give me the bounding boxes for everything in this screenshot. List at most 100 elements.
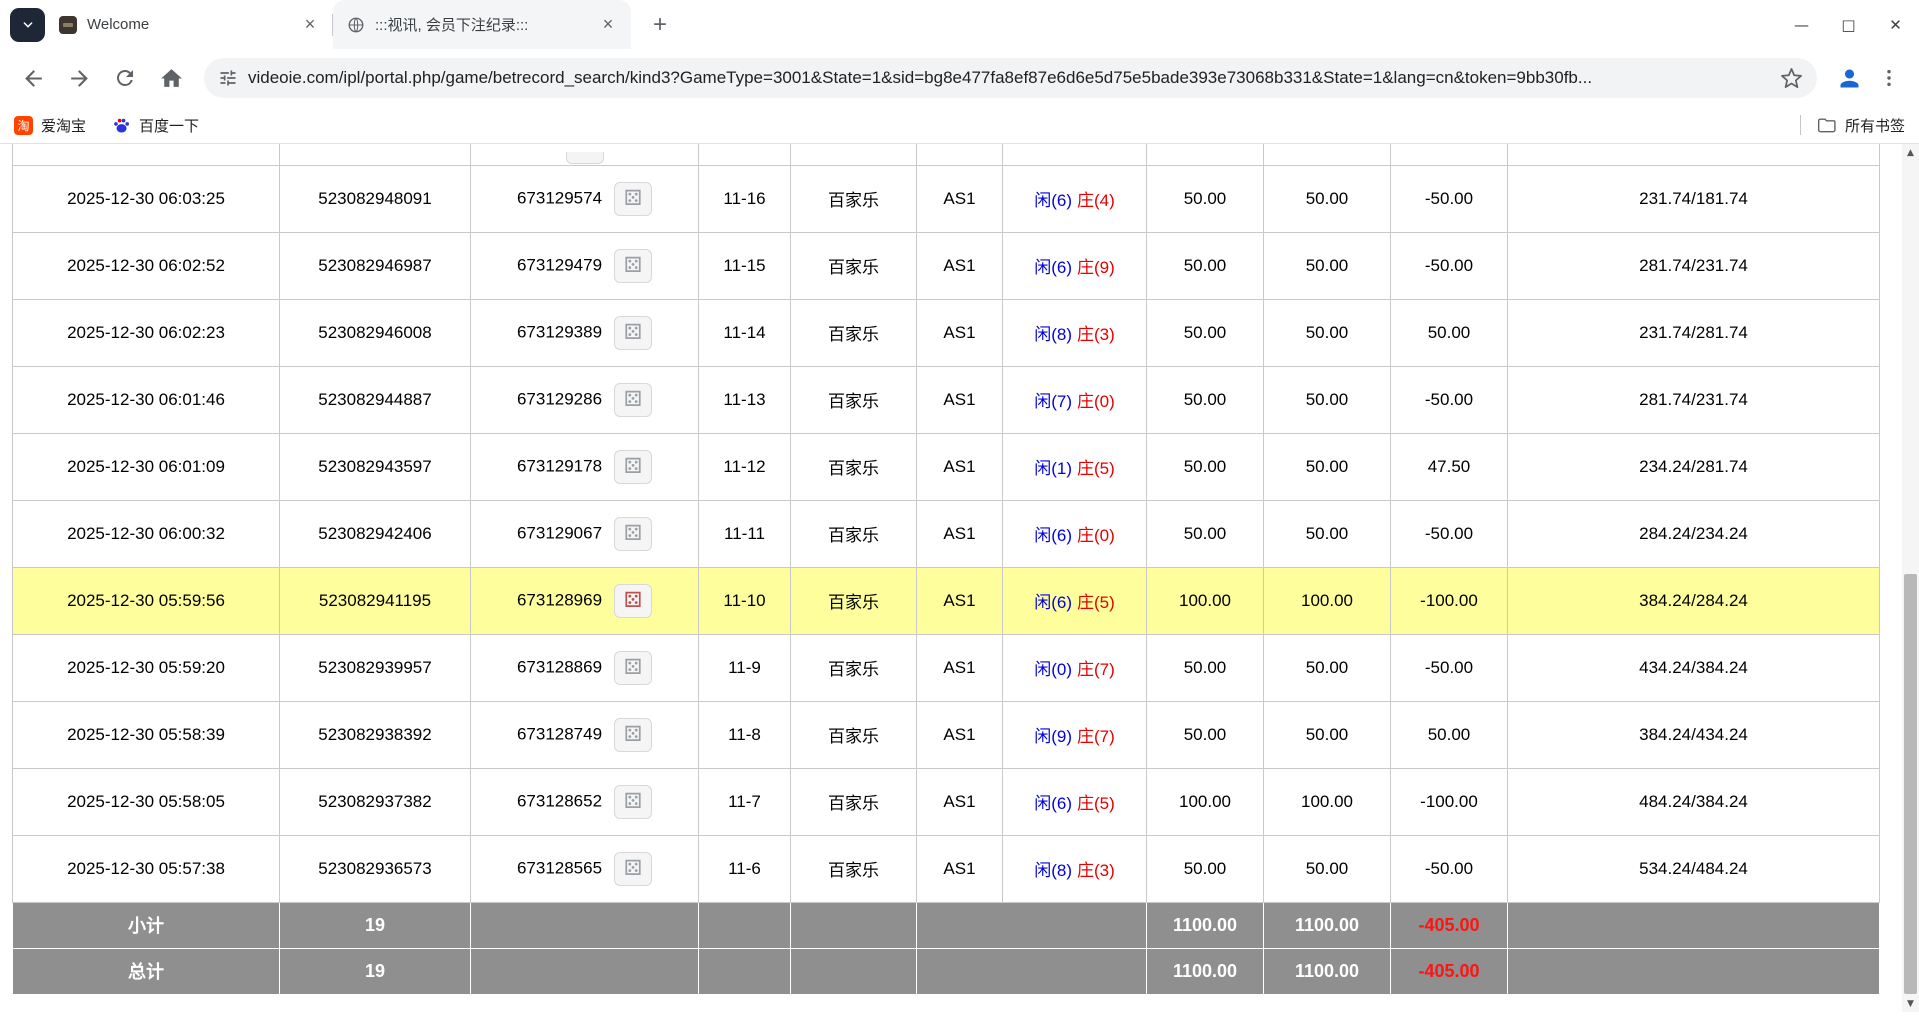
back-button[interactable] [12,57,54,99]
game-id-text: 673129178 [517,456,602,475]
cell-bet-amount[interactable]: 100.00 [1147,567,1264,634]
replay-dice-icon[interactable]: ⚄ [614,450,652,484]
bet-record-table: 2025-12-30 06:03:25 523082948091 6731295… [12,144,1880,995]
cell-winloss: -50.00 [1391,634,1508,701]
cell-game-id: 673129178 ⚄ [471,433,699,500]
replay-dice-icon[interactable]: ⚄ [614,383,652,417]
cell-game-type: 百家乐 [791,299,917,366]
tab-close-icon[interactable]: × [597,14,619,36]
cell-bet-amount[interactable]: 50.00 [1147,232,1264,299]
replay-dice-icon[interactable]: ⚄ [614,852,652,886]
bookmarks-divider [1800,115,1801,135]
cell-bet-amount[interactable]: 100.00 [1147,768,1264,835]
cell-balance: 231.74/281.74 [1508,299,1880,366]
cell-result: 闲(7)庄(0) [1003,366,1147,433]
tab-close-icon[interactable]: × [299,14,321,36]
maximize-button[interactable]: □ [1825,0,1872,49]
forward-button[interactable] [58,57,100,99]
url-text[interactable]: videoie.com/ipl/portal.php/game/betrecor… [248,68,1770,88]
cell-time: 2025-12-30 06:01:09 [13,433,280,500]
cell-game-id: 673128969⚄ [471,567,699,634]
die-glyph: ⚄ [624,188,642,209]
vertical-scrollbar[interactable]: ▲ ▼ [1902,144,1919,1012]
close-button[interactable]: ✕ [1872,0,1919,49]
table-row: 2025-12-30 05:58:05 523082937382 6731286… [13,768,1880,835]
replay-dice-icon[interactable]: ⚄ [614,718,652,752]
die-glyph: ⚄ [624,255,642,276]
folder-icon [1817,115,1837,135]
profile-avatar[interactable] [1829,58,1869,98]
bookmark-label: 爱淘宝 [41,115,86,136]
minimize-button[interactable]: — [1778,0,1825,49]
cell-winloss: -50.00 [1391,366,1508,433]
game-id-text: 673128565 [517,858,602,877]
cell-bet-amount[interactable]: 50.00 [1147,500,1264,567]
game-id-text: 673129389 [517,322,602,341]
tab-search-button[interactable] [10,8,45,42]
home-button[interactable] [150,57,192,99]
cell-time: 2025-12-30 06:00:32 [13,500,280,567]
site-settings-icon[interactable] [218,68,238,88]
all-bookmarks-label: 所有书签 [1845,115,1905,136]
cell-time: 2025-12-30 05:58:39 [13,701,280,768]
cell-bet-amount[interactable]: 50.00 [1147,433,1264,500]
bookmark-star-icon[interactable] [1780,67,1803,90]
bookmark-baidu[interactable]: 百度一下 [112,115,199,136]
address-bar[interactable]: videoie.com/ipl/portal.php/game/betrecor… [204,58,1817,98]
browser-menu-button[interactable] [1869,58,1909,98]
replay-dice-icon[interactable]: ⚄ [614,651,652,685]
new-tab-button[interactable]: + [643,8,677,42]
cell-game-type: 百家乐 [791,835,917,902]
die-glyph: ⚄ [624,456,642,477]
cell-result: 闲(9)庄(7) [1003,701,1147,768]
cell-bet-id: 523082948091 [280,165,471,232]
game-id-text: 673129286 [517,389,602,408]
cell-round: 11-9 [699,634,791,701]
cell-game-id: 673129067⚄ [471,500,699,567]
banker-result: 庄(4) [1077,191,1115,210]
scroll-up-button[interactable]: ▲ [1902,144,1919,161]
cell-winloss: -50.00 [1391,835,1508,902]
chevron-down-icon [20,17,36,33]
reload-button[interactable] [104,57,146,99]
tab-welcome[interactable]: Welcome × [45,0,333,49]
replay-dice-icon[interactable]: ⚄ [614,249,652,283]
footer-winloss-total: -405.00 [1391,902,1508,948]
player-result: 闲(8) [1034,325,1072,344]
scrollbar-thumb[interactable] [1904,574,1917,994]
scroll-down-button[interactable]: ▼ [1902,995,1919,1012]
cell-bet-id: 523082938392 [280,701,471,768]
cell-game-id: 673129286 ⚄ [471,366,699,433]
table-row: 2025-12-30 05:58:39 523082938392 6731287… [13,701,1880,768]
cell-game-type: 百家乐 [791,433,917,500]
cell-round: 11-13 [699,366,791,433]
replay-dice-icon[interactable]: ⚄ [614,182,652,216]
replay-dice-icon[interactable]: ⚄ [614,517,652,551]
all-bookmarks-button[interactable]: 所有书签 [1817,115,1905,136]
table-row: 2025-12-30 06:01:46 523082944887 6731292… [13,366,1880,433]
replay-dice-icon[interactable]: ⚄ [614,785,652,819]
cell-table: AS1 [917,232,1003,299]
cell-winloss: -50.00 [1391,500,1508,567]
cell-bet-id: 523082939957 [280,634,471,701]
cell-bet-amount[interactable]: 50.00 [1147,165,1264,232]
cell-game-id: 673129574⚄ [471,165,699,232]
cell-bet-id: 523082937382 [280,768,471,835]
cell-result: 闲(6)庄(4) [1003,165,1147,232]
footer-bet-total: 1100.00 [1147,902,1264,948]
tab-betrecord[interactable]: :::视讯, 会员下注纪录::: × [333,0,631,49]
bet-table-body: 2025-12-30 06:03:25 523082948091 6731295… [13,144,1880,902]
replay-dice-icon[interactable] [566,152,604,164]
subtotal-row: 小计 19 1100.00 1100.00 -405.00 [13,902,1880,948]
cell-bet-amount[interactable]: 50.00 [1147,366,1264,433]
bookmark-aitaobao[interactable]: 淘 爱淘宝 [14,115,86,136]
cell-bet-amount[interactable]: 50.00 [1147,634,1264,701]
cell-bet-amount[interactable]: 50.00 [1147,701,1264,768]
player-result: 闲(8) [1034,861,1072,880]
cell-bet-amount[interactable]: 50.00 [1147,299,1264,366]
cell-winloss: 50.00 [1391,701,1508,768]
cell-valid-amount: 50.00 [1264,366,1391,433]
replay-dice-icon[interactable]: ⚄ [614,316,652,350]
cell-bet-amount[interactable]: 50.00 [1147,835,1264,902]
replay-dice-icon[interactable]: ⚄ [614,584,652,618]
